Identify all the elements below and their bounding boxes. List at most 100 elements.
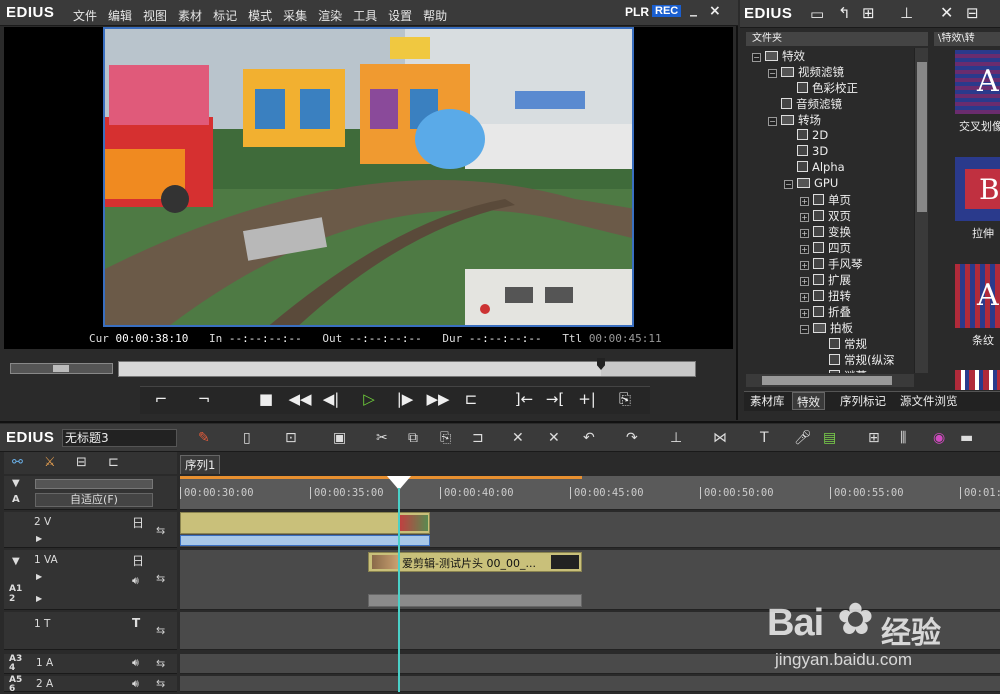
tree-expander-icon[interactable]: + (800, 261, 809, 270)
track-1va-audio-icon[interactable]: 🔊︎ (132, 574, 139, 588)
overwrite-button[interactable]: →[ (543, 388, 567, 410)
redo-icon[interactable]: ↷ (626, 428, 638, 448)
menu-item-6[interactable]: 采集 (283, 9, 307, 23)
track-lane-2v[interactable] (180, 512, 1000, 548)
track-2v-expand-icon[interactable]: ▶ (36, 534, 42, 543)
track-2a-audio-icon[interactable]: 🔊︎ (132, 677, 139, 691)
mode-icon[interactable]: ✎ (198, 428, 210, 448)
tree-expander-icon[interactable]: − (768, 69, 777, 78)
rec-indicator[interactable]: REC (652, 5, 682, 17)
replace-icon[interactable]: ⊐ (472, 428, 484, 448)
menu-item-8[interactable]: 工具 (353, 9, 377, 23)
set-out-button[interactable]: ¬ (193, 388, 215, 410)
clip-2v[interactable] (180, 512, 430, 534)
out-timecode[interactable]: --:--:--:-- (349, 332, 422, 345)
folder-icon[interactable]: ▭ (810, 5, 824, 23)
tree-item-2[interactable]: 色彩校正 (784, 80, 858, 96)
in-timecode[interactable]: --:--:--:-- (229, 332, 302, 345)
tree-expander-icon[interactable]: + (800, 213, 809, 222)
tree-item-15[interactable]: + 扭转 (800, 288, 851, 304)
loop-button[interactable]: ⊏ (460, 388, 482, 410)
color-icon[interactable]: ◉ (933, 428, 945, 448)
tree-item-13[interactable]: + 手风琴 (800, 256, 863, 272)
close-button[interactable]: × (709, 3, 721, 19)
sequence-tab[interactable]: 序列1 (180, 455, 221, 474)
transition-icon[interactable]: ⋈ (713, 428, 727, 448)
tree-expander-icon[interactable]: + (800, 229, 809, 238)
tab-sequence-markers[interactable]: 序列标记 (836, 392, 890, 410)
tree-expander-icon[interactable]: + (800, 309, 809, 318)
tree-expander-icon[interactable]: − (768, 117, 777, 126)
tree-item-4[interactable]: − 转场 (768, 112, 821, 128)
track-head-2a[interactable]: 2 A 🔊︎ A5 6 (4, 676, 177, 694)
jog-handle[interactable] (53, 365, 69, 372)
track-1t-title-icon[interactable]: T (132, 616, 140, 630)
minimize-button[interactable]: _ (690, 1, 697, 17)
tree-expander-icon[interactable]: − (800, 325, 809, 334)
ripple-delete-icon[interactable]: ✕ (548, 428, 560, 448)
position-bar[interactable] (118, 358, 696, 377)
mixer-icon[interactable]: ⫼ (900, 428, 906, 448)
tree-expander-icon[interactable]: − (784, 180, 793, 189)
track-2v-sync-icon[interactable]: ⇆ (156, 524, 165, 537)
tree-item-16[interactable]: + 折叠 (800, 304, 851, 320)
zoom-slider[interactable] (35, 479, 153, 489)
track-head-1a[interactable]: 1 A 🔊︎ A3 4 (4, 654, 177, 674)
tree-expander-icon[interactable]: + (800, 245, 809, 254)
grid-icon[interactable]: ⊞ (868, 428, 880, 448)
tree-vscrollbar[interactable] (914, 48, 928, 373)
tree-item-12[interactable]: + 四页 (800, 240, 851, 256)
tree-hscrollbar[interactable] (746, 374, 914, 387)
tree-expander-icon[interactable]: + (800, 277, 809, 286)
tree-hscroll-thumb[interactable] (762, 376, 892, 385)
track-1a-a34[interactable]: A3 4 (9, 655, 29, 673)
tree-item-19[interactable]: 常规(纵深 (816, 352, 895, 368)
tree-item-6[interactable]: 3D (784, 144, 828, 160)
cur-timecode[interactable]: 00:00:38:10 (116, 332, 189, 345)
track-1va-a12[interactable]: A1 2 (9, 584, 29, 604)
tab-bin[interactable]: 素材库 (746, 392, 789, 410)
tree-expander-icon[interactable]: − (752, 53, 761, 62)
sync-mode-icon[interactable]: ⚔ (44, 455, 56, 470)
undo-icon[interactable]: ↶ (583, 428, 595, 448)
tree-expander-icon[interactable]: + (800, 197, 809, 206)
thumb-2[interactable]: B (955, 157, 1000, 221)
ripple-icon[interactable]: ⊏ (108, 455, 119, 470)
step-forward-button[interactable]: |▶ (394, 388, 416, 410)
up-folder-icon[interactable]: ↰ (838, 4, 851, 22)
track-head-1va[interactable]: 1 VA 日 🔊︎ ▼ A1 2 ▶ ▶ (4, 550, 177, 610)
properties-icon[interactable]: ⊟ (966, 4, 979, 22)
track-2v-video-icon[interactable]: 日 (132, 514, 144, 531)
tree-item-0[interactable]: − 特效 (752, 48, 805, 64)
track-1va-sync-icon[interactable]: ⇆ (156, 572, 165, 585)
open-icon[interactable]: ⊡ (285, 428, 297, 448)
menu-item-7[interactable]: 渲染 (318, 9, 342, 23)
play-button[interactable]: ▷ (357, 388, 381, 410)
menu-item-9[interactable]: 设置 (388, 9, 412, 23)
rewind-button[interactable]: ◀◀ (287, 388, 313, 410)
v-toggle-icon[interactable]: ▼ (12, 478, 20, 489)
track-1va-video-icon[interactable]: 日 (132, 552, 144, 569)
track-1va-v-toggle-icon[interactable]: ▼ (12, 556, 20, 567)
dur-timecode[interactable]: --:--:--:-- (469, 332, 542, 345)
tree-item-8[interactable]: − GPU (784, 176, 838, 192)
tab-source-browser[interactable]: 源文件浏览 (896, 392, 962, 410)
thumb-1[interactable]: A (955, 50, 1000, 114)
thumb-4[interactable] (955, 370, 1000, 390)
track-1a-sync-icon[interactable]: ⇆ (156, 657, 165, 670)
mic-icon[interactable]: 🎤︎ (794, 428, 812, 448)
menu-item-0[interactable]: 文件 (73, 9, 97, 23)
insert-button[interactable]: ]← (512, 388, 536, 410)
thumb-3[interactable]: A (955, 264, 1000, 328)
menu-item-4[interactable]: 标记 (213, 9, 237, 23)
a-toggle-icon[interactable]: A (12, 494, 20, 505)
stop-button[interactable]: ■ (255, 388, 277, 410)
track-1va-expand2-icon[interactable]: ▶ (36, 594, 42, 603)
tab-effects[interactable]: 特效 (792, 392, 825, 410)
import-icon[interactable]: ⊥ (900, 4, 913, 22)
track-2a-sync-icon[interactable]: ⇆ (156, 677, 165, 690)
title-icon[interactable]: T (760, 428, 769, 448)
waveform-icon[interactable]: ⊟ (76, 455, 87, 470)
layout-icon[interactable]: ▬ (960, 428, 973, 448)
link-mode-icon[interactable]: ⚯ (12, 455, 23, 470)
